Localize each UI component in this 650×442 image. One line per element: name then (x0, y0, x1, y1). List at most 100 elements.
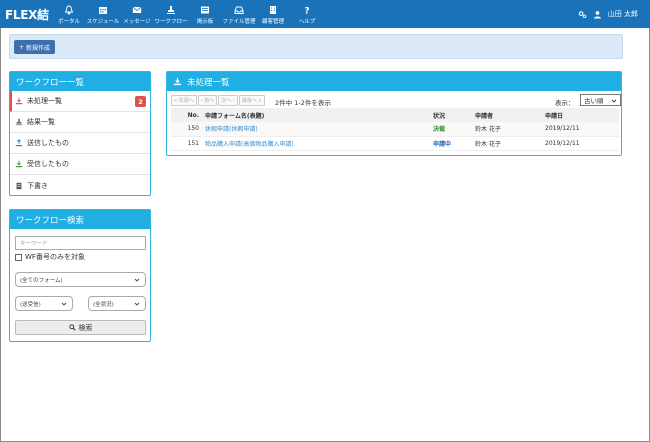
pagination: « 先頭へ ‹ 前へ 次へ › 最後へ » (171, 95, 265, 106)
form-select[interactable]: (全てのフォーム) (15, 272, 146, 287)
wf-number-only-label: WF番号のみを対象 (25, 253, 85, 261)
table-row[interactable]: 151 物品購入申請(高価物品購入申請) 申請中 鈴木 花子 2019/12/1… (171, 136, 619, 151)
nav-schedule[interactable]: スケジュール (86, 0, 120, 28)
sort-order-select[interactable]: 古い順 (580, 94, 621, 106)
inbox-icon (234, 6, 244, 14)
form-select-value: (全てのフォーム) (20, 277, 63, 284)
search-button-label: 検索 (78, 323, 93, 332)
table-header-row: No. 申請フォーム名(表題) 状況 申請者 申請日 (171, 108, 619, 122)
nav-board[interactable]: 掲示板 (188, 0, 222, 28)
menu-item-sent-label: 送信したもの (27, 139, 69, 147)
keyword-input[interactable]: キーワード (15, 236, 146, 250)
nav-file-label: ファイル管理 (222, 19, 256, 25)
nav-help-label: ヘルプ (298, 19, 316, 25)
row-applicant: 鈴木 花子 (473, 122, 543, 137)
sort-order-value: 古い順 (584, 97, 604, 105)
display-label: 表示： (555, 99, 575, 107)
search-icon (68, 324, 76, 331)
col-applicant[interactable]: 申請者 (473, 108, 543, 122)
menu-item-sent[interactable]: 送信したもの (10, 133, 150, 154)
user-icon (593, 10, 601, 19)
first-page-button[interactable]: « 先頭へ (171, 95, 197, 106)
download-icon (173, 77, 182, 86)
workflow-list-title: ワークフロー一覧 (10, 72, 150, 91)
user-area: 山田 太郎 (578, 0, 638, 28)
menu-item-results-label: 結果一覧 (27, 118, 55, 126)
row-status: 申請中 (431, 136, 473, 151)
workflow-search-title: ワークフロー検索 (10, 210, 150, 229)
nav-file[interactable]: ファイル管理 (222, 0, 256, 28)
menu-item-pending[interactable]: 未処理一覧 2 (10, 91, 150, 112)
wf-number-only-option[interactable]: WF番号のみを対象 (15, 252, 85, 262)
new-create-label: 新規作成 (26, 44, 51, 52)
menu-item-received[interactable]: 受信したもの (10, 154, 150, 175)
nav-help[interactable]: ? ヘルプ (290, 0, 324, 28)
next-page-button[interactable]: 次へ › (218, 95, 238, 106)
row-date: 2019/12/11 (543, 136, 619, 151)
row-form-link[interactable]: 休暇申請(休暇申請) (203, 122, 431, 137)
stamp-gray-icon (15, 118, 23, 126)
search-button[interactable]: 検索 (15, 320, 146, 335)
col-form[interactable]: 申請フォーム名(表題) (203, 108, 431, 122)
svg-text:?: ? (304, 7, 309, 16)
nav-message-label: メッセージ (123, 19, 151, 25)
chevron-down-icon (611, 99, 617, 103)
pending-table: No. 申請フォーム名(表題) 状況 申請者 申請日 150 休暇申請(休暇申請… (171, 108, 619, 151)
menu-item-drafts-label: 下書き (27, 181, 48, 190)
row-no: 150 (171, 122, 203, 137)
chevron-down-icon (61, 302, 67, 306)
result-count: 2件中 1-2件を表示 (275, 99, 331, 107)
question-icon: ? (304, 7, 309, 16)
draft-icon (16, 182, 22, 189)
download-red-icon (15, 97, 23, 105)
workflow-search-panel: ワークフロー検索 キーワード WF番号のみを対象 (全てのフォーム) (送受信)… (9, 209, 151, 342)
download-green-icon (15, 160, 23, 168)
envelope-icon (132, 6, 142, 13)
col-status[interactable]: 状況 (431, 108, 473, 122)
col-date[interactable]: 申請日 (543, 108, 619, 122)
pending-list-title: 未処理一覧 (187, 77, 230, 88)
main-nav: ポータル スケジュール メッセージ ワークフロー 掲示板 ファイル管理 顧客管理… (52, 0, 324, 28)
last-page-button[interactable]: 最後へ » (238, 95, 265, 106)
wf-number-only-checkbox[interactable] (15, 253, 22, 261)
row-no: 151 (171, 136, 203, 151)
upload-blue-icon (15, 139, 23, 147)
top-navigation-bar: FLEX結 ポータル スケジュール メッセージ ワークフロー 掲示板 ファイル管… (0, 0, 650, 28)
bell-icon (64, 5, 74, 15)
board-icon (201, 6, 209, 14)
pending-list-header: 未処理一覧 (167, 72, 621, 91)
row-applicant: 鈴木 花子 (473, 136, 543, 151)
direction-select[interactable]: (送受信) (15, 296, 73, 311)
calendar-icon (99, 7, 107, 14)
nav-schedule-label: スケジュール (86, 19, 120, 25)
plus-icon: + (19, 43, 25, 51)
nav-customer[interactable]: 顧客管理 (256, 0, 290, 28)
table-row[interactable]: 150 休暇申請(休暇申請) 決裁 鈴木 花子 2019/12/11 (171, 122, 619, 137)
nav-portal[interactable]: ポータル (52, 0, 86, 28)
chevron-down-icon (134, 302, 140, 306)
action-bar: + 新規作成 (9, 34, 623, 59)
nav-workflow[interactable]: ワークフロー (154, 0, 188, 28)
pending-count-badge: 2 (135, 96, 146, 107)
col-no[interactable]: No. (171, 108, 203, 122)
gears-icon[interactable] (578, 10, 587, 19)
menu-item-received-label: 受信したもの (27, 160, 69, 168)
app-logo[interactable]: FLEX結 (5, 6, 49, 23)
pending-list-panel: 未処理一覧 « 先頭へ ‹ 前へ 次へ › 最後へ » 2件中 1-2件を表示 … (166, 71, 622, 156)
status-select[interactable]: (全状況) (88, 296, 146, 311)
row-date: 2019/12/11 (543, 122, 619, 137)
direction-select-value: (送受信) (20, 301, 41, 308)
menu-item-drafts[interactable]: 下書き (10, 175, 150, 196)
menu-item-pending-label: 未処理一覧 (27, 97, 62, 105)
nav-portal-label: ポータル (57, 19, 80, 25)
menu-item-results[interactable]: 結果一覧 (10, 112, 150, 133)
building-icon (270, 6, 276, 14)
new-create-button[interactable]: + 新規作成 (14, 40, 56, 54)
nav-message[interactable]: メッセージ (120, 0, 154, 28)
user-name[interactable]: 山田 太郎 (608, 9, 638, 19)
nav-workflow-label: ワークフロー (154, 19, 188, 25)
workflow-list-panel: ワークフロー一覧 未処理一覧 2 結果一覧 送信したもの 受信したもの 下書き (9, 71, 151, 196)
row-form-link[interactable]: 物品購入申請(高価物品購入申請) (203, 136, 431, 151)
nav-board-label: 掲示板 (196, 19, 214, 25)
prev-page-button[interactable]: ‹ 前へ (197, 95, 218, 106)
